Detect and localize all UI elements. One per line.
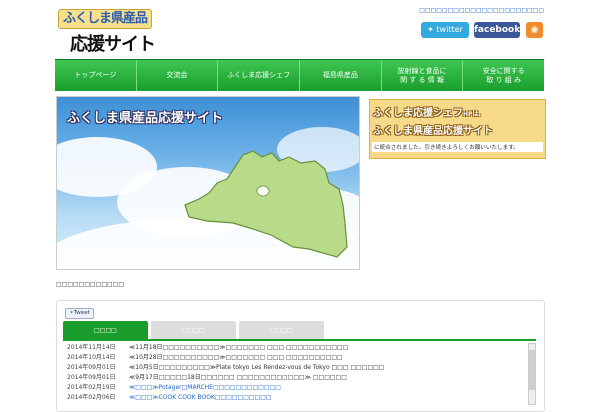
tab-divider [63, 339, 536, 341]
tweet-label: Tweet [73, 310, 90, 316]
news-link[interactable]: ≪□□□≫COOK COOK BOOK□□□□□□□□□□ [129, 393, 272, 403]
nav-item-label: 安全に関する 取 り 組 み [482, 66, 525, 84]
header-tagline: □□□□□□□□□□□□□□□□□□□□□□ [419, 7, 544, 14]
news-panel: ✦Tweet □□□□ □□□□ □□□□ 2014年11月14日 ≪11月18日… [56, 300, 545, 412]
nav-item-radiation[interactable]: 放射線と食品に 関 す る 情 報 [382, 60, 464, 91]
hero-title: ふくしま県産品応援サイト [67, 111, 224, 126]
tweet-button[interactable]: ✦Tweet [65, 308, 94, 319]
news-date: 2014年09月01日 [67, 374, 116, 381]
tab-news-3[interactable]: □□□□ [239, 321, 324, 339]
banner-line2: ふくしま県産品応援サイト [373, 126, 493, 137]
hero-image: ふくしま県産品応援サイト [56, 96, 360, 270]
twitter-label: twitter [436, 25, 463, 34]
news-tabs: □□□□ □□□□ □□□□ [63, 321, 324, 339]
nav-item-label: トップページ [74, 71, 117, 79]
nav-item-chef[interactable]: ふくしま応援シェフ [218, 60, 301, 91]
logo-top-text: ふくしま県産品 [58, 9, 153, 29]
banner-line1-small: HPは、 [463, 111, 485, 118]
nav-item-exchange[interactable]: 交流会 [137, 60, 219, 91]
banner-line3: に統合されました。引き続きよろしくお願いいたします。 [372, 142, 543, 152]
news-list: 2014年11月14日 ≪11月18日□□□□□□□□□□≫□□□□□□□ □□□… [67, 343, 527, 403]
main-nav: トップページ 交流会 ふくしま応援シェフ 福島県産品 放射線と食品に 関 す る… [55, 59, 544, 91]
chef-banner[interactable]: ふくしま応援シェフHPは、 ふくしま県産品応援サイト に統合されました。引き続き… [369, 99, 546, 159]
news-text: ≪10月5日□□□□□□□□□≫Plate tokyo Les Rendez-v… [129, 364, 385, 371]
twitter-bird-icon: ✦ [427, 25, 434, 34]
news-date: 2014年10月14日 [67, 354, 116, 361]
list-item[interactable]: 2014年09月01日 ≪10月5日□□□□□□□□□≫Plate tokyo L… [67, 363, 527, 373]
nav-item-label: 放射線と食品に 関 す る 情 報 [397, 66, 447, 84]
section-label: □□□□□□□□□□□□ [56, 281, 125, 288]
logo-bottom-text: 応援サイト [70, 34, 156, 55]
banner-line1: ふくしま応援シェフHPは、 [373, 104, 484, 119]
nav-item-label: 交流会 [166, 71, 188, 79]
list-item[interactable]: 2014年10月14日 ≪10月28日□□□□□□□□□□≫□□□□□□□ □□□… [67, 353, 527, 363]
news-link[interactable]: ≪□□□≫Potager□MARCHE□□□□□□□□□□□□ [129, 383, 281, 393]
nav-item-label: ふくしま応援シェフ [227, 71, 291, 79]
twitter-button[interactable]: ✦ twitter [421, 22, 469, 38]
news-scrollbar[interactable] [528, 343, 536, 405]
scrollbar-thumb[interactable] [529, 350, 535, 390]
tab-news-2[interactable]: □□□□ [151, 321, 236, 339]
tab-news-1[interactable]: □□□□ [63, 321, 148, 339]
list-item[interactable]: 2014年02月19日 ≪□□□≫Potager□MARCHE□□□□□□□□□□… [67, 383, 527, 393]
rss-icon[interactable]: ◉ [526, 22, 543, 38]
news-text: ≪10月28日□□□□□□□□□□≫□□□□□□□ □□□ □□□□□□□□□□ [129, 354, 343, 361]
news-text: ≪11月18日□□□□□□□□□□≫□□□□□□□ □□□ □□□□□□□□□□… [129, 344, 349, 351]
news-date: 2014年02月19日 [67, 384, 116, 391]
nav-item-products[interactable]: 福島県産品 [300, 60, 382, 91]
nav-item-label: 福島県産品 [322, 71, 358, 79]
list-item[interactable]: 2014年02月06日 ≪□□□≫COOK COOK BOOK□□□□□□□□□□ [67, 393, 527, 403]
nav-item-safety[interactable]: 安全に関する 取 り 組 み [463, 60, 544, 91]
news-date: 2014年11月14日 [67, 344, 116, 351]
facebook-button[interactable]: facebook [474, 22, 520, 38]
site-logo[interactable]: ふくしま県産品 応援サイト [58, 9, 173, 55]
news-date: 2014年02月06日 [67, 394, 116, 401]
banner-line1-main: ふくしま応援シェフ [373, 108, 463, 119]
nav-item-top[interactable]: トップページ [55, 60, 137, 91]
news-date: 2014年09月01日 [67, 364, 116, 371]
list-item[interactable]: 2014年09月01日 ≪9月17日□□□□□18日□□□□□□ □□□□□□□□… [67, 373, 527, 383]
list-item[interactable]: 2014年11月14日 ≪11月18日□□□□□□□□□□≫□□□□□□□ □□□… [67, 343, 527, 353]
news-text: ≪9月17日□□□□□18日□□□□□□ □□□□□□□□□□□□≫ □□□□□… [129, 374, 347, 381]
